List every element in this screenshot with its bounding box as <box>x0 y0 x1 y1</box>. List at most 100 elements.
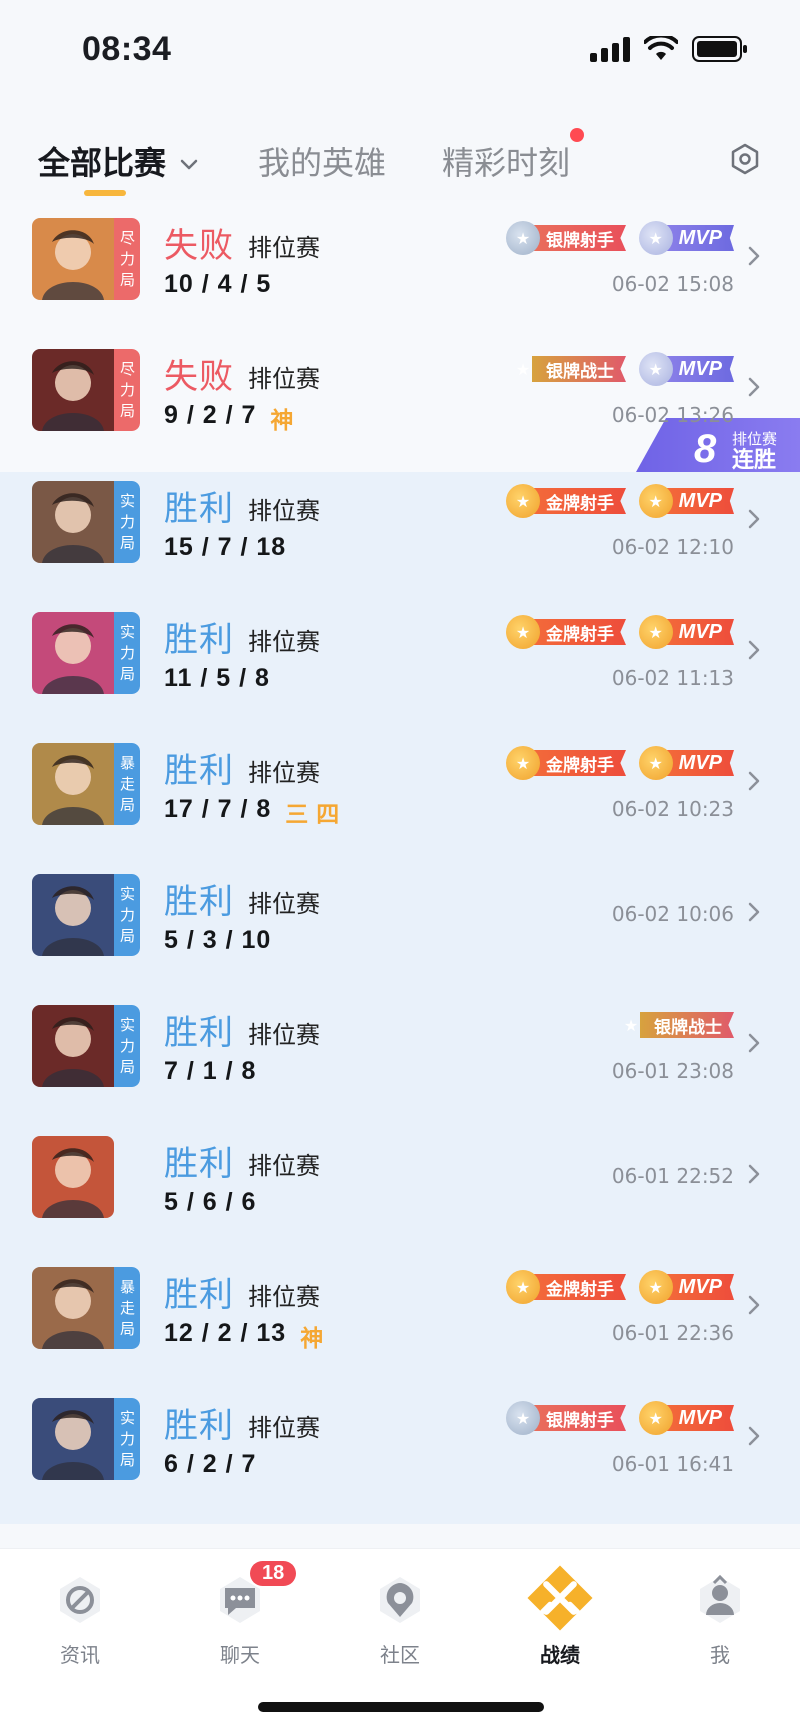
match-row[interactable]: 实力局 胜利 排位赛 5 / 3 / 10 06-02 10:06 <box>0 856 800 987</box>
match-row[interactable]: 胜利 排位赛 5 / 6 / 6 06-01 22:52 <box>0 1118 800 1249</box>
match-row[interactable]: 尽力局 失败 排位赛 10 / 4 / 5 ★ MVP ★ 银牌射手 06-02 15:08 <box>0 200 800 331</box>
nav-chat[interactable]: 聊天 18 <box>190 1561 297 1668</box>
mvp-badge: ★ MVP <box>638 1401 734 1435</box>
hero-avatar <box>32 1398 114 1480</box>
mvp-badge: ★ MVP <box>638 746 734 780</box>
medal-icon: ★ <box>638 615 673 649</box>
match-mode-tag: 实力局 <box>114 481 140 563</box>
wifi-icon <box>644 36 678 62</box>
tab-highlights[interactable]: 精彩时刻 <box>442 138 570 184</box>
hero-avatar-group: 实力局 <box>32 481 140 563</box>
nav-community[interactable]: 社区 <box>350 1571 450 1668</box>
kill-streak-tag: 三 四 <box>285 802 340 828</box>
hero-avatar-group: 暴走局 <box>32 743 140 825</box>
kda-score: 7 / 1 / 8 <box>164 1057 257 1085</box>
match-time: 06-02 10:06 <box>611 902 734 926</box>
unread-count-badge: 18 <box>250 1561 297 1586</box>
nav-news[interactable]: 资讯 <box>30 1571 130 1668</box>
mvp-badge: ★ MVP <box>638 221 734 255</box>
nav-label: 资讯 <box>60 1643 100 1667</box>
honor-badge: ★ 金牌射手 <box>506 746 626 780</box>
honor-badge: ★ 银牌射手 <box>506 221 626 255</box>
match-time: 06-02 10:23 <box>611 797 734 821</box>
kda-score: 6 / 2 / 7 <box>164 1450 257 1478</box>
badge-label: 银牌射手 <box>532 225 626 251</box>
hero-avatar-group <box>32 1136 114 1218</box>
match-row[interactable]: 尽力局 失败 排位赛 9 / 2 / 7 神 ★ MVP ★ 银牌战士 06-02 13:26 <box>0 331 800 462</box>
chevron-down-icon <box>176 148 202 174</box>
kda-score: 5 / 3 / 10 <box>164 926 272 954</box>
hero-avatar <box>32 874 114 956</box>
nav-label: 战绩 <box>540 1643 580 1667</box>
chevron-right-icon <box>744 1293 764 1317</box>
match-time: 06-01 22:36 <box>611 1321 734 1345</box>
match-mode-tag: 实力局 <box>114 874 140 956</box>
hero-avatar-group: 暴走局 <box>32 1267 140 1349</box>
signal-icon <box>590 36 630 62</box>
medal-icon: ★ <box>638 1270 673 1304</box>
match-row[interactable]: 实力局 胜利 排位赛 6 / 2 / 7 ★ MVP ★ 银牌射手 06-01 16:41 <box>0 1380 800 1511</box>
kill-streak-tag: 神 <box>270 408 294 434</box>
match-result: 胜利 <box>164 882 234 922</box>
match-result: 胜利 <box>164 1275 234 1315</box>
nav-label: 我 <box>710 1643 730 1667</box>
match-row[interactable]: 实力局 胜利 排位赛 11 / 5 / 8 ★ MVP ★ 金牌射手 06-02 11:13 <box>0 594 800 725</box>
status-icons <box>590 36 748 62</box>
hero-avatar-group: 实力局 <box>32 612 140 694</box>
match-row[interactable]: 实力局 胜利 排位赛 15 / 7 / 18 ★ MVP ★ 金牌射手 06-02 12:10 <box>0 463 800 594</box>
badge-label: 金牌射手 <box>532 619 626 645</box>
match-time: 06-02 13:26 <box>611 403 734 427</box>
settings-icon[interactable] <box>728 142 762 176</box>
hero-avatar-group: 尽力局 <box>32 349 140 431</box>
kda-score: 10 / 4 / 5 <box>164 270 272 298</box>
badge-label: 金牌射手 <box>532 750 626 776</box>
hero-avatar-group: 实力局 <box>32 1398 140 1480</box>
profile-icon <box>700 1574 740 1623</box>
mvp-badge: ★ MVP <box>638 352 734 386</box>
hero-avatar-group: 实力局 <box>32 1005 140 1087</box>
nav-profile[interactable]: 我 <box>670 1571 770 1668</box>
badge-label: 金牌射手 <box>532 488 626 514</box>
kda-score: 12 / 2 / 13 <box>164 1319 287 1347</box>
match-row[interactable]: 暴走局 胜利 排位赛 12 / 2 / 13 神 ★ MVP ★ 金牌射手 06-01 22:36 <box>0 1249 800 1380</box>
medal-icon: ★ <box>638 746 673 780</box>
badge-label: MVP <box>664 619 734 645</box>
kda-score: 15 / 7 / 18 <box>164 533 287 561</box>
tab-all-matches[interactable]: 全部比赛 <box>38 138 202 184</box>
nav-label: 社区 <box>380 1643 420 1667</box>
game-type: 排位赛 <box>248 234 320 262</box>
tab-my-heroes[interactable]: 我的英雄 <box>258 138 386 184</box>
honor-badge: ★ 银牌射手 <box>506 1401 626 1435</box>
match-result: 胜利 <box>164 489 234 529</box>
medal-icon: ★ <box>623 1015 639 1035</box>
medal-icon: ★ <box>638 1401 673 1435</box>
match-result: 胜利 <box>164 1013 234 1053</box>
nav-battle-record[interactable]: 战绩 <box>510 1565 610 1668</box>
badge-label: 金牌射手 <box>532 1274 626 1300</box>
chevron-right-icon <box>744 1424 764 1448</box>
honor-badge: ★ 金牌射手 <box>506 615 626 649</box>
match-row[interactable]: 暴走局 胜利 排位赛 17 / 7 / 8三 四 ★ MVP ★ 金牌射手 06-02 10:2… <box>0 725 800 856</box>
match-result: 失败 <box>164 357 234 397</box>
medal-icon: ★ <box>506 1401 540 1435</box>
status-bar: 08:34 <box>0 0 800 100</box>
game-type: 排位赛 <box>248 1283 320 1311</box>
honor-badge: ★ 银牌战士 <box>614 1009 734 1041</box>
medal-icon: ★ <box>638 352 673 386</box>
game-type: 排位赛 <box>248 1414 320 1442</box>
match-mode-tag: 暴走局 <box>114 1267 140 1349</box>
medal-icon: ★ <box>638 221 673 255</box>
medal-icon: ★ <box>506 1270 540 1304</box>
hero-avatar <box>32 481 114 563</box>
medal-icon: ★ <box>515 359 531 379</box>
medal-icon: ★ <box>506 484 540 518</box>
chevron-right-icon <box>744 638 764 662</box>
chevron-right-icon <box>744 375 764 399</box>
kda-score: 17 / 7 / 8 <box>164 795 272 823</box>
badge-label: MVP <box>664 356 734 382</box>
match-mode-tag: 实力局 <box>114 612 140 694</box>
match-row[interactable]: 实力局 胜利 排位赛 7 / 1 / 8 ★ 银牌战士 06-01 23:08 <box>0 987 800 1118</box>
medal-icon: ★ <box>506 221 540 255</box>
community-icon <box>380 1577 420 1623</box>
badge-label: MVP <box>664 750 734 776</box>
